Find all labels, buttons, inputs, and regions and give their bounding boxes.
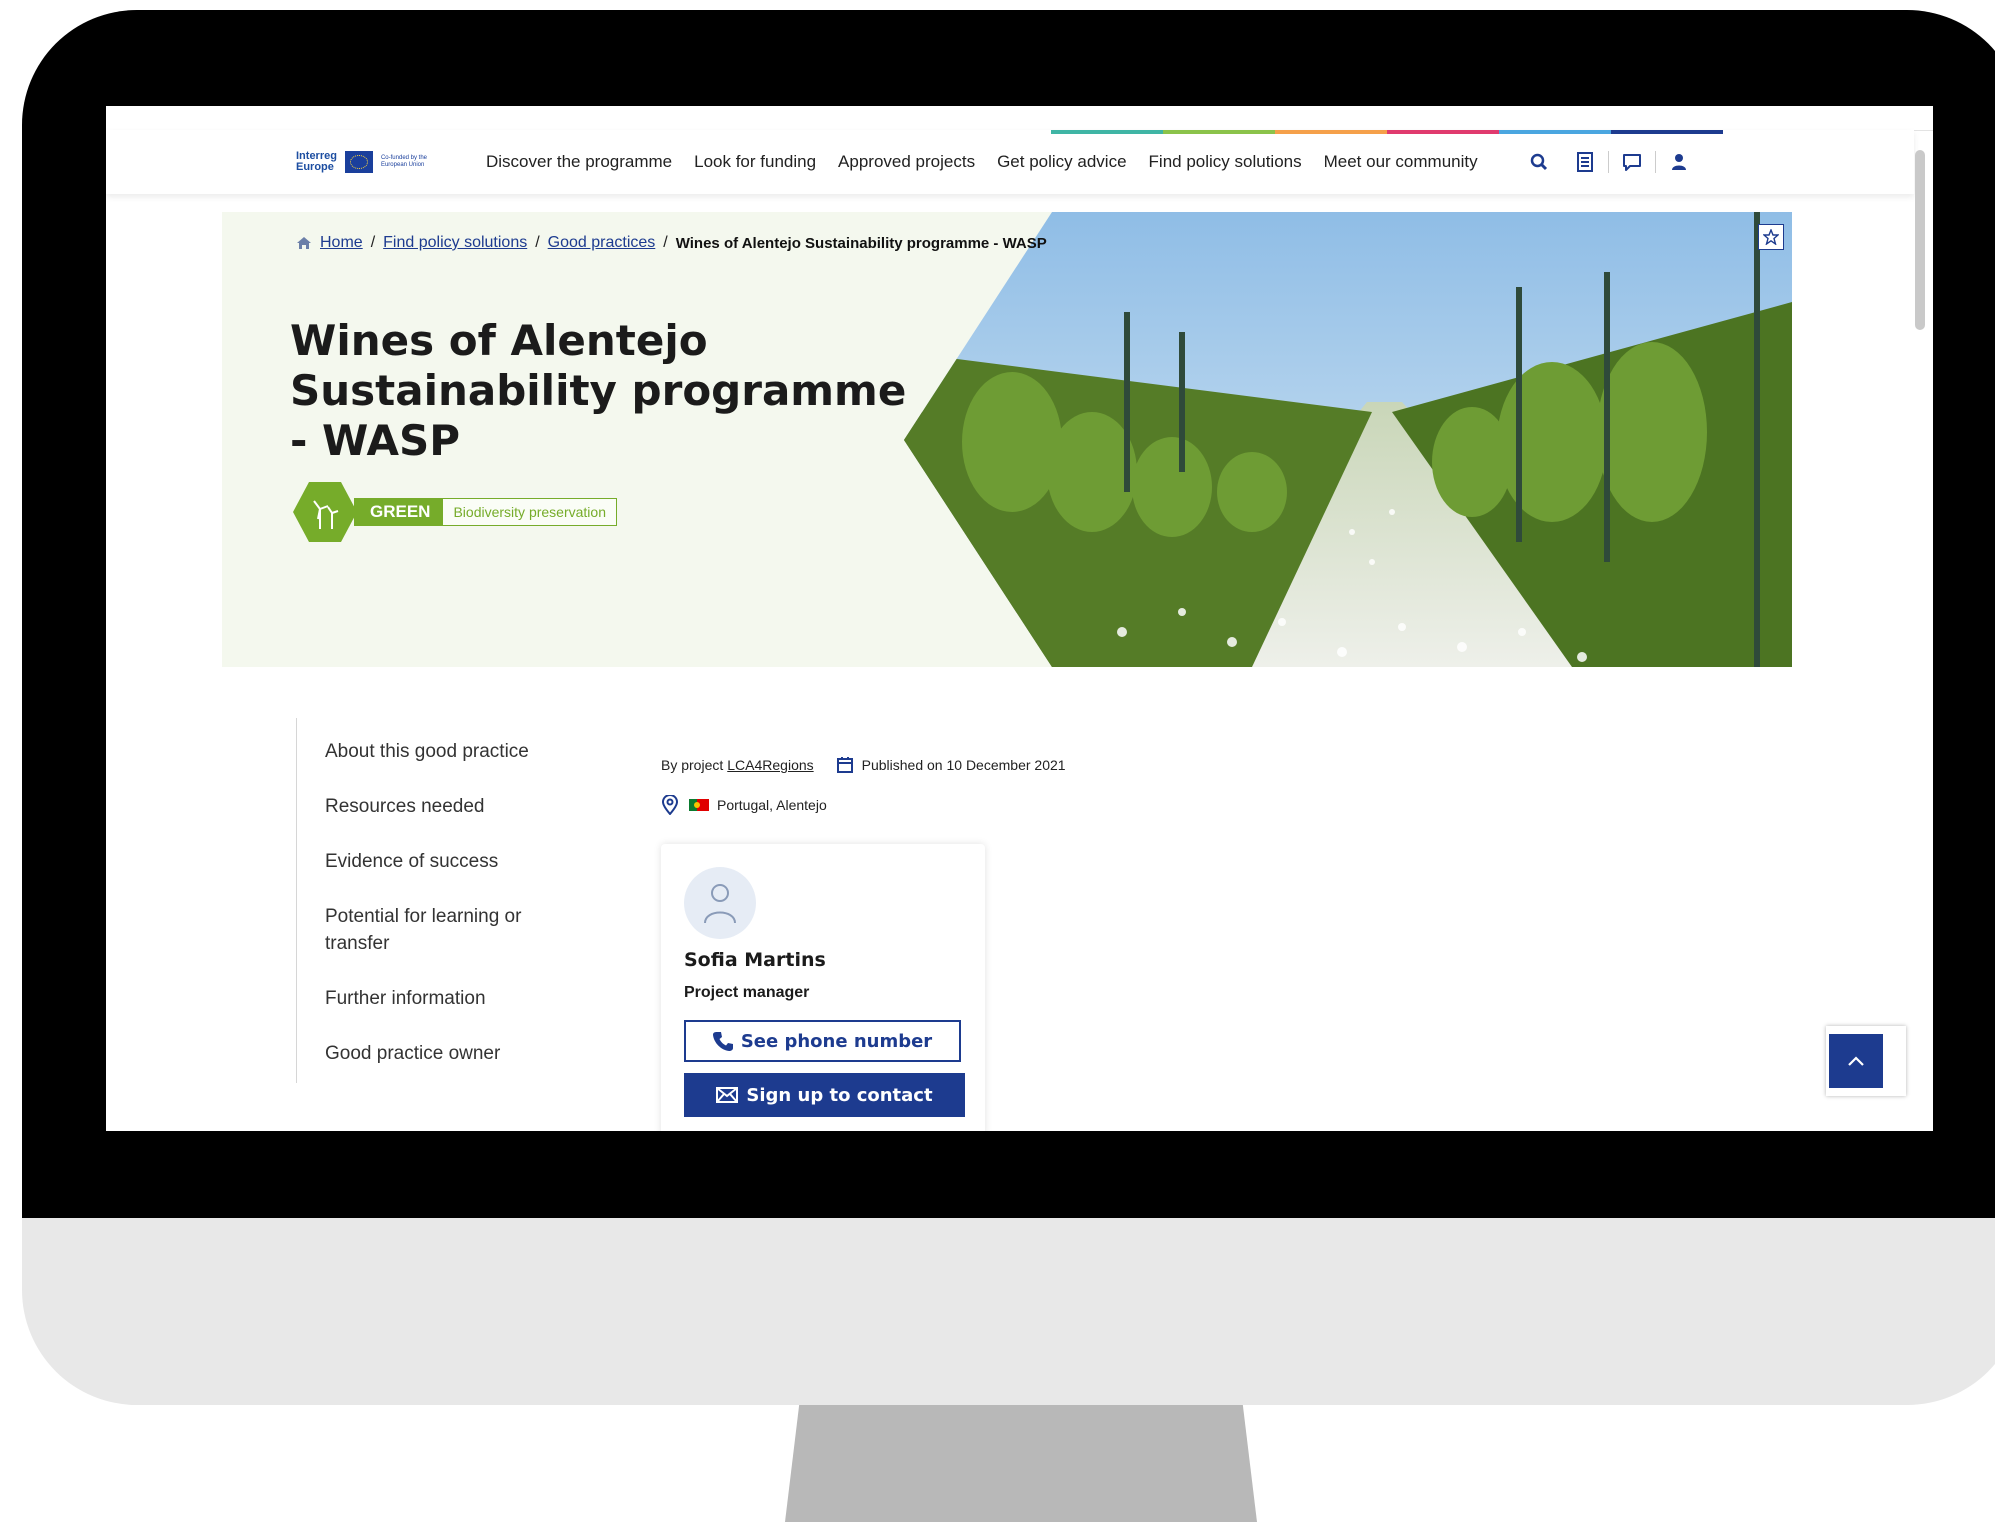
breadcrumb: Home / Find policy solutions / Good prac… xyxy=(296,234,1047,252)
breadcrumb-good-practices[interactable]: Good practices xyxy=(548,234,656,252)
main-navbar: Interreg Europe Co-funded by the Europea… xyxy=(106,130,1914,194)
section-sidenav: About this good practice Resources neede… xyxy=(296,718,557,1083)
contact-name: Sofia Martins xyxy=(684,949,826,971)
by-project-label: By project xyxy=(661,757,724,773)
logo-wordmark: Interreg Europe xyxy=(296,151,337,173)
user-icon[interactable] xyxy=(1656,147,1702,177)
nav-item-policy-advice[interactable]: Get policy advice xyxy=(997,152,1126,172)
eu-flag-icon xyxy=(344,151,373,173)
top-strip xyxy=(106,106,1933,131)
user-placeholder-icon xyxy=(704,884,736,924)
nav-item-discover[interactable]: Discover the programme xyxy=(486,152,672,172)
browser-viewport: Interreg Europe Co-funded by the Europea… xyxy=(106,106,1933,1131)
sidenav-item-about[interactable]: About this good practice xyxy=(297,726,555,781)
location-text: Portugal, Alentejo xyxy=(717,797,827,813)
chat-icon[interactable] xyxy=(1609,147,1655,177)
practice-meta: By project LCA4Regions Published on 10 D… xyxy=(661,751,1066,831)
page-title: Wines of Alentejo Sustainability program… xyxy=(290,316,907,465)
scrollbar-thumb[interactable] xyxy=(1915,150,1925,330)
avatar xyxy=(684,867,756,939)
nav-menu: Discover the programme Look for funding … xyxy=(486,130,1500,194)
page-scrollbar[interactable] xyxy=(1915,150,1925,1130)
phone-icon xyxy=(712,1032,733,1051)
meta-project-row: By project LCA4Regions Published on 10 D… xyxy=(661,751,1066,779)
nav-icon-group xyxy=(1516,130,1702,194)
project-link[interactable]: LCA4Regions xyxy=(727,757,813,773)
tag-theme[interactable]: Biodiversity preservation xyxy=(442,498,617,526)
tag-category: GREEN xyxy=(354,498,443,526)
sidenav-item-evidence[interactable]: Evidence of success xyxy=(297,836,555,891)
sidenav-item-resources[interactable]: Resources needed xyxy=(297,781,555,836)
bookmark-star-button[interactable] xyxy=(1758,224,1784,250)
home-icon xyxy=(297,237,311,249)
breadcrumb-current: Wines of Alentejo Sustainability program… xyxy=(675,234,1047,252)
back-to-top-button[interactable] xyxy=(1829,1034,1883,1088)
breadcrumb-separator: / xyxy=(535,234,540,251)
see-phone-button[interactable]: See phone number xyxy=(684,1020,961,1062)
contact-role: Project manager xyxy=(684,984,810,1001)
nav-item-community[interactable]: Meet our community xyxy=(1324,152,1478,172)
nav-item-funding[interactable]: Look for funding xyxy=(694,152,816,172)
star-icon xyxy=(1763,229,1779,245)
see-phone-label: See phone number xyxy=(740,1030,933,1052)
contact-card: Sofia Martins Project manager See phone … xyxy=(661,844,985,1131)
site-logo[interactable]: Interreg Europe Co-funded by the Europea… xyxy=(296,149,443,175)
calendar-icon xyxy=(836,757,853,773)
sign-up-label: Sign up to contact xyxy=(746,1084,933,1106)
breadcrumb-home[interactable]: Home xyxy=(320,234,363,252)
sign-up-contact-button[interactable]: Sign up to contact xyxy=(684,1073,965,1117)
breadcrumb-separator: / xyxy=(663,234,668,251)
eu-cofunded-text: Co-funded by the European Union xyxy=(380,155,427,168)
nav-item-approved-projects[interactable]: Approved projects xyxy=(838,152,975,172)
wind-turbine-icon xyxy=(293,482,357,542)
search-icon[interactable] xyxy=(1516,147,1562,177)
location-pin-icon xyxy=(661,795,679,815)
portugal-flag-icon xyxy=(689,799,709,811)
sidenav-item-owner[interactable]: Good practice owner xyxy=(297,1028,555,1083)
nav-item-policy-solutions[interactable]: Find policy solutions xyxy=(1149,152,1302,172)
monitor-stand xyxy=(785,1405,1257,1522)
breadcrumb-separator: / xyxy=(370,234,376,251)
breadcrumb-find-policy-solutions[interactable]: Find policy solutions xyxy=(383,234,527,252)
sidenav-item-potential[interactable]: Potential for learning or transfer xyxy=(297,891,555,973)
topic-tag: GREEN Biodiversity preservation xyxy=(292,480,617,544)
logo-line-2: Europe xyxy=(296,161,334,173)
sidenav-item-further-info[interactable]: Further information xyxy=(297,973,555,1028)
meta-location-row: Portugal, Alentejo xyxy=(661,791,1066,819)
envelope-icon xyxy=(716,1087,739,1103)
chevron-up-icon xyxy=(1848,1056,1864,1066)
published-date: Published on 10 December 2021 xyxy=(861,757,1066,773)
newsletter-icon[interactable] xyxy=(1562,147,1608,177)
